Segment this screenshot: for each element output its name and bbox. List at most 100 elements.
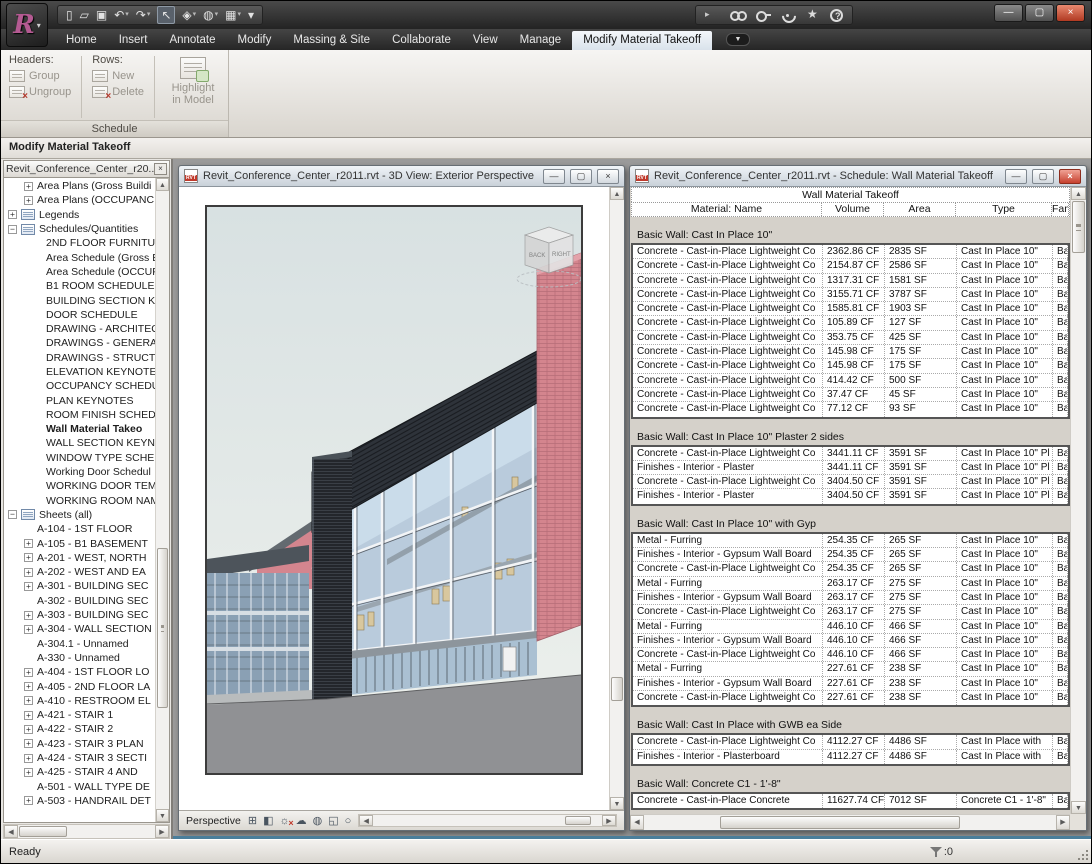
tree-item[interactable]: +Area Plans (OCCUPANC: [4, 193, 155, 207]
schedule-cell[interactable]: Finishes - Interior - Gypsum Wall Board: [633, 591, 823, 604]
schedule-cell[interactable]: 275 SF: [885, 577, 957, 590]
tree-item[interactable]: Wall Material Takeo: [4, 422, 155, 436]
3d-view-window[interactable]: Revit_Conference_Center_r2011.rvt - 3D V…: [178, 165, 625, 831]
schedule-cell[interactable]: 3441.11 CF: [823, 447, 885, 460]
tree-item[interactable]: +A-422 - STAIR 2: [4, 722, 155, 736]
schedule-cell[interactable]: Basi: [1053, 620, 1068, 633]
schedule-row[interactable]: Finishes - Interior - Gypsum Wall Board2…: [633, 548, 1068, 562]
schedule-cell[interactable]: Finishes - Interior - Gypsum Wall Board: [633, 634, 823, 647]
schedule-cell[interactable]: Cast In Place 10": [957, 316, 1053, 329]
expand-icon[interactable]: +: [24, 754, 33, 763]
schedule-cell[interactable]: Basi: [1053, 634, 1068, 647]
schedule-cell[interactable]: 3155.71 CF: [823, 288, 885, 301]
tab-massing-site[interactable]: Massing & Site: [282, 31, 381, 50]
schedule-cell[interactable]: Basi: [1053, 591, 1068, 604]
scroll-up-icon[interactable]: ▲: [610, 187, 624, 200]
scroll-up-icon[interactable]: ▲: [1071, 187, 1086, 200]
schedule-cell[interactable]: Cast In Place 10": [957, 562, 1053, 575]
tree-item[interactable]: +A-501 - WALL TYPE DE: [4, 779, 155, 793]
project-browser-vertical-scrollbar[interactable]: ▲ ▼: [155, 178, 169, 822]
schedule-cell[interactable]: Cast In Place 10": [957, 591, 1053, 604]
schedule-cell[interactable]: Cast In Place 10": [957, 259, 1053, 272]
schedule-cell[interactable]: Metal - Furring: [633, 662, 823, 675]
ungroup-button[interactable]: Ungroup: [9, 86, 71, 98]
schedule-cell[interactable]: Cast In Place 10": [957, 288, 1053, 301]
tree-item[interactable]: WORKING ROOM NAM: [4, 494, 155, 508]
schedule-cell[interactable]: Cast In Place 10": [957, 648, 1053, 661]
schedule-cell[interactable]: Concrete - Cast-in-Place Lightweight Co: [633, 374, 823, 387]
tree-item[interactable]: −Schedules/Quantities: [4, 222, 155, 236]
schedule-cell[interactable]: Basi: [1053, 274, 1068, 287]
tree-item[interactable]: +A-503 - HANDRAIL DET: [4, 794, 155, 808]
scroll-right-icon[interactable]: ▶: [155, 825, 169, 838]
schedule-cell[interactable]: Concrete - Cast-in-Place Lightweight Co: [633, 359, 823, 372]
schedule-cell[interactable]: Finishes - Interior - Gypsum Wall Board: [633, 677, 823, 690]
schedule-cell[interactable]: Cast In Place 10": [957, 302, 1053, 315]
schedule-cell[interactable]: 238 SF: [885, 691, 957, 705]
customize-qat-icon[interactable]: ▾: [248, 7, 254, 23]
schedule-cell[interactable]: Cast In Place 10": [957, 662, 1053, 675]
expand-icon[interactable]: +: [24, 768, 33, 777]
minimize-button[interactable]: —: [994, 4, 1023, 22]
schedule-cell[interactable]: Concrete - Cast-in-Place Lightweight Co: [633, 331, 823, 344]
schedule-cell[interactable]: 227.61 CF: [823, 677, 885, 690]
help-icon[interactable]: [830, 9, 843, 22]
schedule-cell[interactable]: 145.98 CF: [823, 345, 885, 358]
tree-item[interactable]: +A-301 - BUILDING SEC: [4, 579, 155, 593]
tree-item[interactable]: +A-105 - B1 BASEMENT: [4, 536, 155, 550]
tree-item[interactable]: Working Door Schedul: [4, 465, 155, 479]
expand-icon[interactable]: +: [24, 725, 33, 734]
schedule-cell[interactable]: Basi: [1053, 316, 1068, 329]
schedule-cell[interactable]: Finishes - Interior - Plaster: [633, 489, 823, 503]
schedule-cell[interactable]: 263.17 CF: [823, 591, 885, 604]
3d-view-vertical-scrollbar[interactable]: ▲ ▼: [609, 187, 624, 810]
schedule-cell[interactable]: Cast In Place 10": [957, 634, 1053, 647]
tree-item[interactable]: DOOR SCHEDULE: [4, 308, 155, 322]
schedule-cell[interactable]: Basi: [1053, 288, 1068, 301]
schedule-row[interactable]: Concrete - Cast-in-Place Lightweight Co2…: [633, 605, 1068, 619]
schedule-cell[interactable]: 3591 SF: [885, 447, 957, 460]
tree-item[interactable]: +A-424 - STAIR 3 SECTI: [4, 751, 155, 765]
schedule-cell[interactable]: 446.10 CF: [823, 620, 885, 633]
schedule-cell[interactable]: Cast In Place 10": [957, 534, 1053, 547]
schedule-cell[interactable]: Cast In Place 10" Pl: [957, 461, 1053, 474]
schedule-row[interactable]: Metal - Furring446.10 CF466 SFCast In Pl…: [633, 620, 1068, 634]
schedule-row[interactable]: Concrete - Cast-in-Place Lightweight Co2…: [633, 259, 1068, 273]
tree-item[interactable]: +A-330 - Unnamed: [4, 651, 155, 665]
schedule-cell[interactable]: 37.47 CF: [823, 388, 885, 401]
schedule-row[interactable]: Concrete - Cast-in-Place Lightweight Co3…: [633, 288, 1068, 302]
sun-path-off-icon[interactable]: ☼: [279, 814, 289, 828]
schedule-cell[interactable]: 2586 SF: [885, 259, 957, 272]
expand-icon[interactable]: +: [24, 796, 33, 805]
schedule-row[interactable]: Concrete - Cast-in-Place Lightweight Co3…: [633, 331, 1068, 345]
schedule-cell[interactable]: 227.61 CF: [823, 662, 885, 675]
tree-item[interactable]: +A-303 - BUILDING SEC: [4, 608, 155, 622]
expand-icon[interactable]: +: [24, 553, 33, 562]
schedule-cell[interactable]: Cast In Place 10": [957, 691, 1053, 705]
schedule-cell[interactable]: 175 SF: [885, 345, 957, 358]
schedule-cell[interactable]: Cast In Place 10" Pl: [957, 475, 1053, 488]
schedule-cell[interactable]: Concrete - Cast-in-Place Lightweight Co: [633, 605, 823, 618]
tree-item[interactable]: +A-405 - 2ND FLOOR LA: [4, 679, 155, 693]
tab-modify-material-takeoff[interactable]: Modify Material Takeoff: [572, 31, 712, 50]
scale-icon[interactable]: ⊞: [248, 814, 257, 828]
schedule-cell[interactable]: Basi: [1053, 302, 1068, 315]
column-header[interactable]: Volume: [822, 203, 884, 216]
tab-collaborate[interactable]: Collaborate: [381, 31, 462, 50]
schedule-cell[interactable]: Cast In Place with: [957, 735, 1053, 748]
schedule-cell[interactable]: Basi: [1053, 489, 1068, 503]
schedule-cell[interactable]: Concrete - Cast-in-Place Lightweight Co: [633, 388, 823, 401]
tree-item[interactable]: +A-104 - 1ST FLOOR: [4, 522, 155, 536]
schedule-cell[interactable]: 2362.86 CF: [823, 245, 885, 258]
scroll-left-icon[interactable]: ◀: [4, 825, 18, 838]
schedule-cell[interactable]: Concrete - Cast-in-Place Lightweight Co: [633, 245, 823, 258]
schedule-row[interactable]: Concrete - Cast-in-Place Lightweight Co4…: [633, 648, 1068, 662]
schedule-row[interactable]: Finishes - Interior - Plasterboard4112.2…: [633, 750, 1068, 764]
schedule-row[interactable]: Concrete - Cast-in-Place Lightweight Co4…: [633, 735, 1068, 749]
schedule-cell[interactable]: Finishes - Interior - Plasterboard: [633, 750, 823, 764]
schedule-group-header[interactable]: Basic Wall: Cast In Place with GWB ea Si…: [631, 716, 1070, 733]
expand-icon[interactable]: +: [24, 582, 33, 591]
window-close-icon[interactable]: ×: [1059, 169, 1081, 184]
tree-item[interactable]: OCCUPANCY SCHEDU: [4, 379, 155, 393]
tree-item[interactable]: Area Schedule (OCCUP: [4, 265, 155, 279]
